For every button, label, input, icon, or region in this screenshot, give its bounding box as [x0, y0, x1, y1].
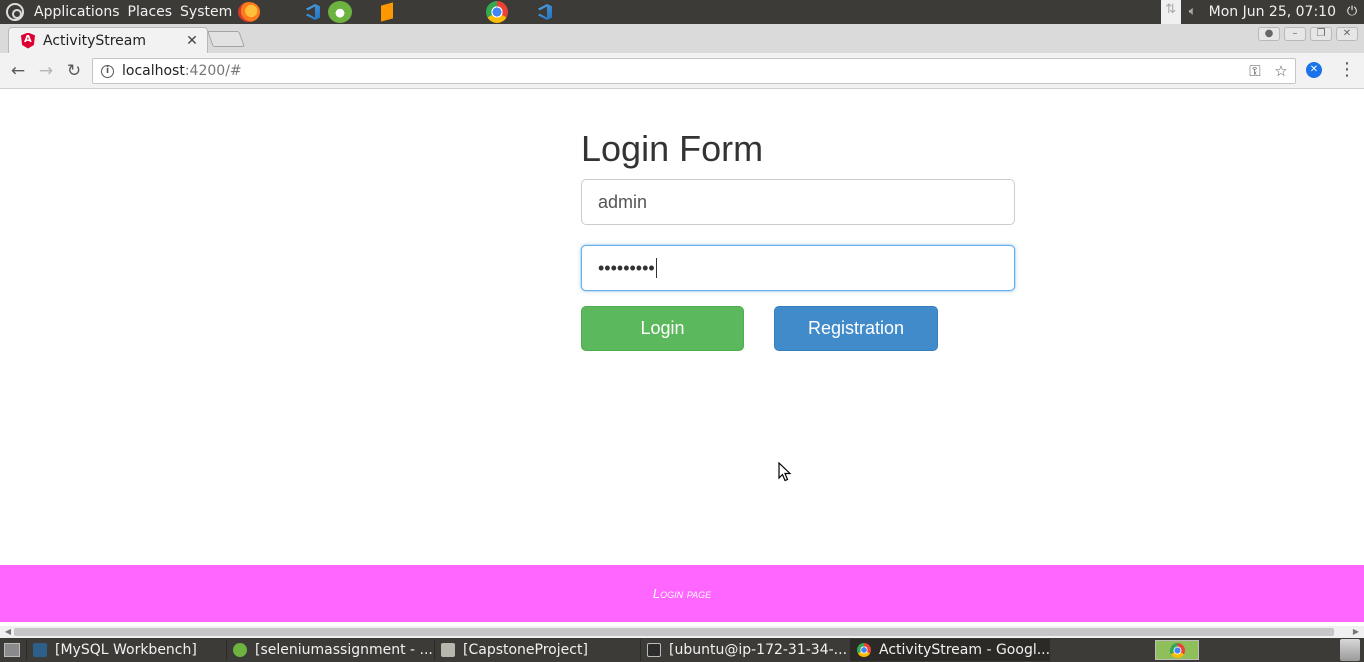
footer: Login page	[0, 565, 1364, 622]
taskbar-item-chrome[interactable]: ActivityStream - Googl...	[850, 639, 1050, 661]
angular-icon	[21, 32, 35, 49]
username-input[interactable]: admin	[581, 179, 1015, 225]
scroll-right-icon[interactable]: ▶	[1350, 626, 1362, 638]
page-title: Login Form	[581, 128, 764, 169]
close-icon[interactable]: ✕	[185, 33, 199, 49]
volume-icon[interactable]: 🔈︎	[1183, 2, 1203, 22]
taskbar-item-label: [ubuntu@ip-172-31-34-...	[669, 642, 848, 658]
minimize-button[interactable]: –	[1284, 27, 1306, 41]
text-caret	[655, 258, 657, 278]
vscode-icon[interactable]	[302, 2, 324, 22]
back-arrow-icon[interactable]: ←	[8, 61, 28, 81]
taskbar-item-terminal[interactable]: [ubuntu@ip-172-31-34-...	[640, 639, 850, 661]
more-menu-icon[interactable]: ⋮	[1338, 60, 1356, 80]
page-content: Login Form admin ••••••••• Login Registr…	[0, 90, 1364, 626]
address-bar[interactable]: i localhost:4200/# ⚿ ☆	[92, 58, 1296, 84]
taskbar: [MySQL Workbench] [seleniumassignment - …	[0, 638, 1364, 662]
close-window-button[interactable]: ✕	[1336, 27, 1358, 41]
folder-icon	[441, 643, 455, 657]
taskbar-item-label: ActivityStream - Googl...	[879, 642, 1050, 658]
login-button[interactable]: Login	[581, 306, 744, 351]
url-path: :4200/#	[184, 63, 242, 79]
taskbar-item-label: [MySQL Workbench]	[55, 642, 197, 658]
extension-icon[interactable]: ✕	[1306, 62, 1322, 78]
info-icon[interactable]: i	[101, 64, 114, 78]
clock[interactable]: Mon Jun 25, 07:10	[1205, 4, 1340, 20]
key-icon[interactable]: ⚿	[1247, 62, 1263, 80]
username-value: admin	[598, 191, 648, 212]
chrome-icon	[857, 643, 871, 657]
password-input[interactable]: •••••••••	[581, 245, 1015, 291]
registration-button[interactable]: Registration	[774, 306, 938, 351]
taskbar-item-mysql[interactable]: [MySQL Workbench]	[26, 639, 226, 661]
eclipse-icon	[233, 643, 247, 657]
forward-arrow-icon[interactable]: →	[36, 61, 56, 81]
password-value: •••••••••	[598, 257, 655, 278]
system-menu[interactable]: System	[176, 0, 236, 24]
show-desktop-icon[interactable]	[4, 643, 20, 657]
mouse-cursor-icon	[778, 462, 792, 482]
firefox-icon[interactable]	[238, 2, 260, 22]
spring-icon[interactable]	[328, 1, 352, 23]
trash-icon[interactable]	[1340, 639, 1360, 661]
tab-activitystream[interactable]: ActivityStream ✕	[8, 27, 208, 53]
profile-icon[interactable]: ●	[1258, 27, 1280, 41]
tab-strip: ActivityStream ✕ ● – ❐ ✕	[0, 24, 1364, 53]
top-panel: Applications Places System ⇅ 🔈︎ Mon Jun …	[0, 0, 1364, 24]
sublime-icon[interactable]	[376, 2, 398, 22]
taskbar-item-eclipse[interactable]: [seleniumassignment - ...	[226, 639, 434, 661]
system-tray: ⇅ 🔈︎ Mon Jun 25, 07:10 ⏻	[1160, 0, 1364, 24]
scrollbar-thumb[interactable]	[14, 628, 1334, 636]
power-icon[interactable]: ⏻	[1342, 2, 1362, 22]
reload-icon[interactable]: ↻	[64, 61, 84, 81]
browser-toolbar: ← → ↻ i localhost:4200/# ⚿ ☆ ✕ ⋮	[0, 53, 1364, 89]
applications-menu[interactable]: Applications	[30, 0, 124, 24]
taskbar-item-label: [CapstoneProject]	[463, 642, 588, 658]
taskbar-item-label: [seleniumassignment - ...	[255, 642, 433, 658]
url-host: localhost	[122, 63, 185, 79]
restore-button[interactable]: ❐	[1310, 27, 1332, 41]
terminal-icon	[647, 643, 661, 657]
chrome-icon	[1170, 643, 1185, 658]
chrome-icon[interactable]	[486, 1, 508, 23]
scroll-left-icon[interactable]: ◀	[2, 626, 14, 638]
ubuntu-logo-icon[interactable]	[6, 3, 24, 21]
window-controls: ● – ❐ ✕	[1258, 27, 1358, 41]
footer-text: Login page	[652, 586, 712, 601]
vscode-icon[interactable]	[534, 2, 556, 22]
star-icon[interactable]: ☆	[1273, 62, 1289, 80]
horizontal-scrollbar[interactable]: ◀ ▶	[0, 626, 1364, 638]
new-tab-button[interactable]	[207, 31, 245, 47]
taskbar-item-folder[interactable]: [CapstoneProject]	[434, 639, 640, 661]
places-menu[interactable]: Places	[124, 0, 177, 24]
tab-title: ActivityStream	[43, 32, 147, 49]
workspace-switcher[interactable]	[1155, 640, 1199, 660]
network-icon[interactable]: ⇅	[1160, 0, 1181, 24]
mysql-icon	[33, 643, 47, 657]
